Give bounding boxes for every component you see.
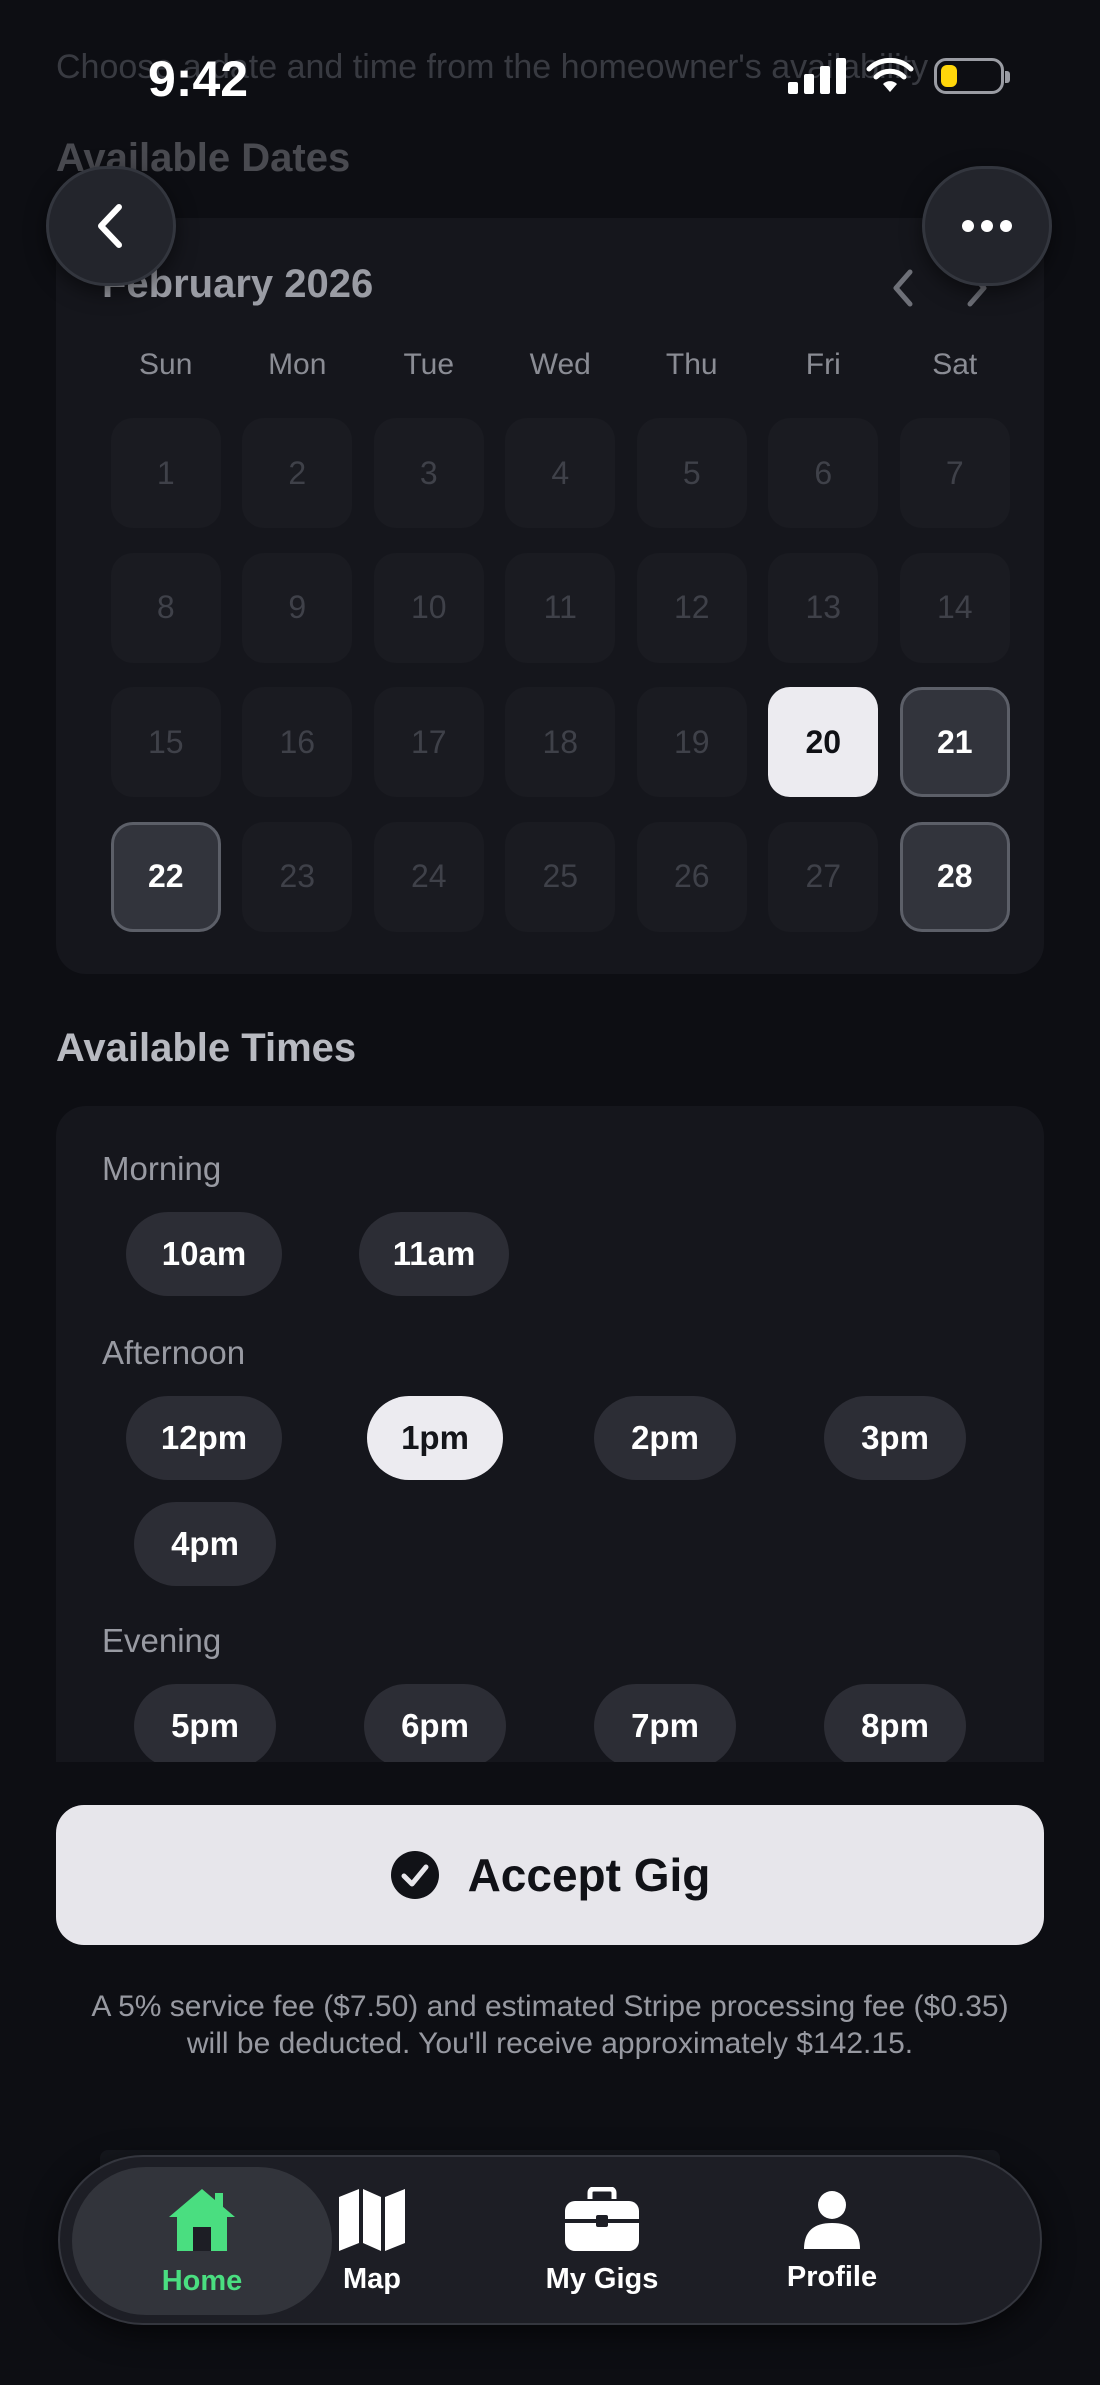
person-icon bbox=[804, 2190, 860, 2249]
ellipsis-icon bbox=[962, 220, 1012, 232]
calendar-day: 14 bbox=[899, 552, 1010, 663]
briefcase-icon bbox=[565, 2186, 639, 2251]
calendar-day: 5 bbox=[636, 418, 747, 528]
calendar-day: 24 bbox=[373, 821, 484, 932]
fee-note: A 5% service fee ($7.50) and estimated S… bbox=[91, 1990, 1009, 2060]
time-slot-button[interactable]: 4pm bbox=[134, 1502, 276, 1586]
status-icons bbox=[788, 58, 1010, 94]
weekday-label: Fri bbox=[805, 348, 841, 381]
chevron-left-icon bbox=[893, 269, 913, 307]
calendar-day: 27 bbox=[768, 821, 879, 932]
weekday-label: Sun bbox=[139, 348, 193, 381]
calendar-day: 8 bbox=[110, 552, 221, 663]
wifi-icon bbox=[866, 58, 914, 92]
calendar-day: 26 bbox=[636, 821, 747, 932]
afternoon-label: Afternoon bbox=[102, 1334, 246, 1371]
tab-my-gigs[interactable]: My Gigs bbox=[472, 2167, 732, 2315]
evening-label: Evening bbox=[102, 1622, 222, 1659]
time-slot-button[interactable]: 8pm bbox=[824, 1684, 966, 1766]
calendar-day: 13 bbox=[768, 552, 879, 663]
calendar-day[interactable]: 22 bbox=[110, 821, 221, 932]
time-slot-button[interactable]: 7pm bbox=[594, 1684, 736, 1766]
tab-bar: Home Map My Gigs Profile bbox=[58, 2155, 1042, 2325]
tab-profile-label: Profile bbox=[786, 2260, 878, 2293]
time-slot-button[interactable]: 5pm bbox=[134, 1684, 276, 1766]
available-times-title: Available Times bbox=[56, 1026, 357, 1070]
calendar-day: 1 bbox=[110, 418, 221, 528]
calendar-day: 11 bbox=[505, 552, 616, 663]
back-button[interactable] bbox=[46, 166, 176, 286]
chevron-left-icon bbox=[98, 204, 122, 248]
calendar-day: 18 bbox=[505, 687, 616, 797]
calendar-day: 16 bbox=[242, 687, 353, 797]
weekday-label: Tue bbox=[403, 348, 455, 381]
tab-profile[interactable]: Profile bbox=[702, 2167, 962, 2315]
calendar-prev-button[interactable] bbox=[888, 268, 918, 313]
calendar-day: 23 bbox=[242, 821, 353, 932]
calendar-day: 4 bbox=[505, 418, 616, 528]
battery-icon bbox=[934, 58, 1010, 94]
tab-map[interactable]: Map bbox=[242, 2167, 502, 2315]
calendar-day[interactable]: 21 bbox=[899, 687, 1010, 797]
check-circle-icon bbox=[390, 1851, 439, 1899]
tab-my-gigs-label: My Gigs bbox=[545, 2262, 659, 2295]
signal-icon bbox=[788, 58, 846, 94]
more-options-button[interactable] bbox=[922, 166, 1052, 286]
calendar-day: 10 bbox=[373, 552, 484, 663]
time-slot-button[interactable]: 10am bbox=[126, 1212, 282, 1296]
accept-gig-label: Accept Gig bbox=[467, 1849, 711, 1901]
calendar-day-selected[interactable]: 20 bbox=[768, 687, 879, 797]
morning-label: Morning bbox=[102, 1150, 222, 1187]
time-slot-button[interactable]: 12pm bbox=[126, 1396, 282, 1480]
tab-map-label: Map bbox=[343, 2262, 401, 2295]
weekday-label: Mon bbox=[268, 348, 327, 381]
weekday-label: Wed bbox=[529, 348, 591, 381]
time-slot-button[interactable]: 6pm bbox=[364, 1684, 506, 1766]
calendar-day: 2 bbox=[242, 418, 353, 528]
home-icon bbox=[169, 2188, 235, 2251]
calendar-day: 19 bbox=[636, 687, 747, 797]
time-slot-button[interactable]: 3pm bbox=[824, 1396, 966, 1480]
calendar-day[interactable]: 28 bbox=[899, 821, 1010, 932]
calendar-day: 6 bbox=[768, 418, 879, 528]
accept-gig-button[interactable]: Accept Gig bbox=[56, 1805, 1044, 1945]
weekday-label: Thu bbox=[665, 348, 718, 381]
calendar-day: 3 bbox=[373, 418, 484, 528]
calendar: February 2026 Sun Mon Tue Wed Thu Fri Sa… bbox=[56, 218, 1044, 974]
weekday-label: Sat bbox=[932, 348, 978, 381]
calendar-days-grid: 1 2 3 4 5 6 7 8 9 10 11 12 13 14 15 16 17 18 19 20 21 22 23 24 2… bbox=[100, 418, 1021, 956]
status-time: 9:42 bbox=[148, 51, 249, 107]
calendar-day: 9 bbox=[242, 552, 353, 663]
map-icon bbox=[339, 2188, 405, 2251]
time-slot-button-selected[interactable]: 1pm bbox=[367, 1396, 503, 1480]
calendar-day: 25 bbox=[505, 821, 616, 932]
time-slot-button[interactable]: 11am bbox=[359, 1212, 509, 1296]
calendar-day: 7 bbox=[899, 418, 1010, 528]
time-slots-panel: Morning 10am 11am Afternoon 12pm 1pm 2pm… bbox=[56, 1106, 1044, 1766]
calendar-day: 15 bbox=[110, 687, 221, 797]
time-slot-button[interactable]: 2pm bbox=[594, 1396, 736, 1480]
weekday-header: Sun Mon Tue Wed Thu Fri Sat bbox=[100, 348, 1021, 382]
calendar-day: 12 bbox=[636, 552, 747, 663]
tab-home-label: Home bbox=[161, 2264, 243, 2297]
calendar-day: 17 bbox=[373, 687, 484, 797]
